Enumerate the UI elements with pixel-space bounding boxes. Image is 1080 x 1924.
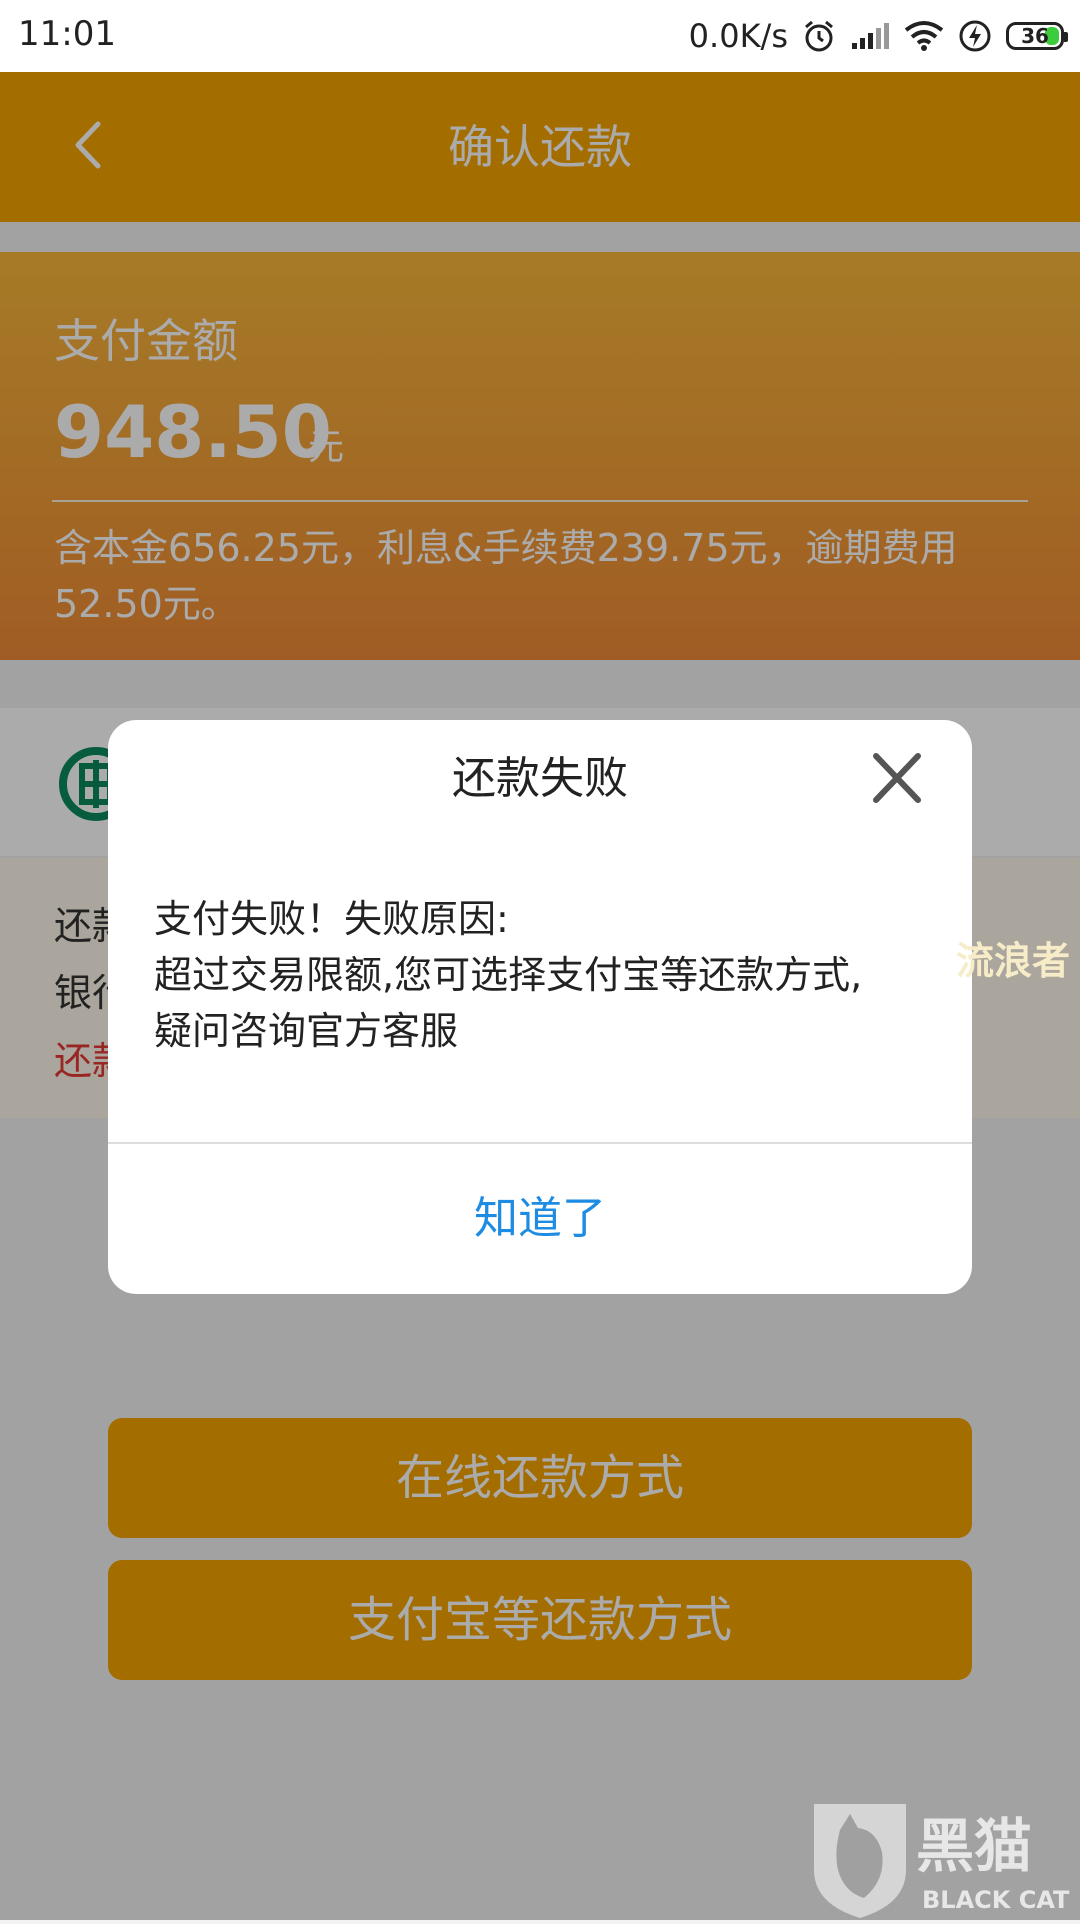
dialog-message-line-2: 超过交易限额,您可选择支付宝等还款方式, (154, 953, 863, 997)
charging-icon (958, 19, 992, 53)
wifi-icon (904, 20, 944, 52)
battery-icon: 36 (1006, 22, 1068, 50)
alarm-icon (802, 19, 836, 53)
logo-main-text: 黑猫 (916, 1812, 1032, 1880)
status-time: 11:01 (18, 14, 116, 54)
dialog-close-button[interactable] (864, 748, 930, 810)
battery-level: 36 (1021, 24, 1049, 48)
black-cat-logo: 黑猫 BLACK CAT (810, 1800, 1080, 1920)
signal-icon (850, 21, 890, 51)
dialog-title: 还款失败 (452, 753, 628, 804)
watermark-text: 流浪者 (956, 939, 1071, 983)
dialog-ok-button[interactable]: 知道了 (108, 1144, 972, 1294)
status-icons: 0.0K/s 36 (688, 14, 1068, 58)
logo-sub-text: BLACK CAT (922, 1886, 1070, 1914)
dialog-message-line-3: 疑问咨询官方客服 (154, 1009, 459, 1053)
close-icon (873, 753, 921, 803)
dialog-message-line-1: 支付失败！失败原因: (154, 897, 509, 941)
net-speed: 0.0K/s (688, 17, 788, 55)
